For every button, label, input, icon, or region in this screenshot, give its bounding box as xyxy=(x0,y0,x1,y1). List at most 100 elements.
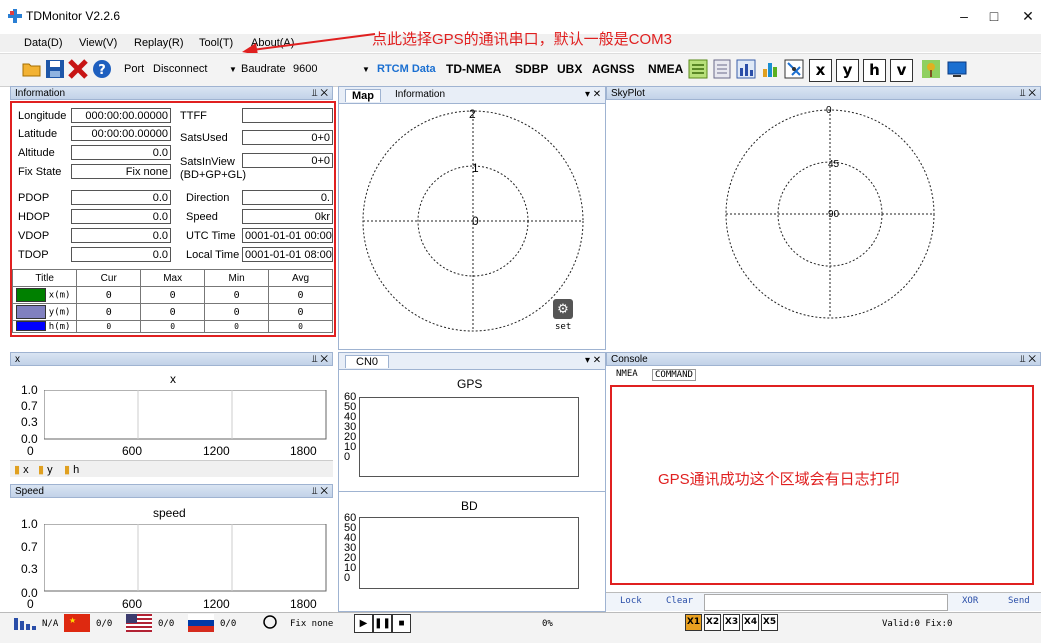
port-select[interactable]: Disconnect xyxy=(153,63,207,75)
x-xtick: 600 xyxy=(122,444,143,458)
map-pin-icon[interactable] xyxy=(921,59,941,79)
pin-close-icon[interactable]: ⫫ ✕ xyxy=(312,87,328,101)
skyplot-pin-icon[interactable]: ⫫ ✕ xyxy=(1020,87,1036,101)
tab-y[interactable]: ▮ y xyxy=(38,463,53,476)
swatch-x[interactable] xyxy=(16,288,46,302)
baud-label: Baudrate xyxy=(241,63,286,75)
speed-x4-button[interactable]: X4 xyxy=(742,614,759,631)
stop-icon[interactable]: ■ xyxy=(392,614,411,633)
td-nmea-button[interactable]: TD-NMEA xyxy=(446,62,501,76)
play-icon[interactable]: ▶ xyxy=(354,614,373,633)
chart-tab-icon: ▮ xyxy=(14,464,21,476)
speed-x5-button[interactable]: X5 xyxy=(761,614,778,631)
settings-gear-icon[interactable]: ⚙ xyxy=(553,299,573,319)
agnss-button[interactable]: AGNSS xyxy=(592,62,635,76)
console-pin-icon[interactable]: ⫫ ✕ xyxy=(1020,353,1036,367)
fixstate-field: Fix none xyxy=(71,164,171,179)
speed-field: 0kr xyxy=(242,209,333,224)
map-ring-label-1: 1 xyxy=(472,161,479,175)
open-folder-icon[interactable] xyxy=(22,59,42,79)
speed-x3-button[interactable]: X3 xyxy=(723,614,740,631)
speed-xtick: 1200 xyxy=(203,597,230,611)
menu-tool[interactable]: Tool(T) xyxy=(199,37,233,49)
pdop-field: 0.0 xyxy=(71,190,171,205)
bd-chart-area xyxy=(359,517,579,589)
speed-x1-button[interactable]: X1 xyxy=(685,614,702,631)
x-ytick: 0.3 xyxy=(21,415,38,429)
tab-h[interactable]: ▮ h xyxy=(64,463,79,476)
port-dropdown-icon[interactable]: ▼ xyxy=(229,65,237,74)
console-annotation: GPS通讯成功这个区域会有日志打印 xyxy=(658,471,900,488)
menu-replay[interactable]: Replay(R) xyxy=(134,37,184,49)
app-icon xyxy=(8,9,22,23)
information-header: Information ⫫ ✕ xyxy=(10,86,333,100)
panel-menu-icon[interactable]: ▾ ✕ xyxy=(585,89,601,100)
nmea-button[interactable]: NMEA xyxy=(648,62,683,76)
send-button[interactable]: Send xyxy=(1008,596,1030,606)
tdop-field: 0.0 xyxy=(71,247,171,262)
fix-status-icon xyxy=(263,615,277,629)
h-button[interactable]: h xyxy=(863,59,886,82)
list-gray-icon[interactable] xyxy=(712,59,732,79)
v-button[interactable]: v xyxy=(890,59,913,82)
speed-panel-pin-icon[interactable]: ⫫ ✕ xyxy=(312,485,328,499)
sdbp-button[interactable]: SDBP xyxy=(515,62,548,76)
tab-nmea[interactable]: NMEA xyxy=(616,369,638,379)
swatch-h[interactable] xyxy=(16,321,46,332)
clear-button[interactable]: Clear xyxy=(666,596,693,606)
help-icon[interactable]: ? xyxy=(92,59,112,79)
fixstate-label: Fix State xyxy=(18,166,62,178)
ubx-button[interactable]: UBX xyxy=(557,62,582,76)
cell-cur: 0 xyxy=(76,303,142,321)
table-row: y(m) 0 0 0 0 xyxy=(11,303,333,321)
speed-xtick: 0 xyxy=(27,597,34,611)
x-button[interactable]: x xyxy=(809,59,832,82)
satellite-icon[interactable] xyxy=(784,59,804,79)
close-icon[interactable]: ✕ xyxy=(1006,4,1041,28)
annotation-port: 点此选择GPS的通讯串口，默认一般是COM3 xyxy=(372,31,673,48)
cell-cur: 0 xyxy=(76,286,142,304)
cell-max: 0 xyxy=(140,320,206,333)
tab-x[interactable]: ▮ x xyxy=(14,463,29,476)
x-ytick: 1.0 xyxy=(21,383,38,397)
russia-flag-icon xyxy=(188,614,214,632)
x-xtick: 1800 xyxy=(290,444,317,458)
tab-command[interactable]: COMMAND xyxy=(652,369,696,381)
tab-cn0[interactable]: CN0 xyxy=(345,355,390,368)
tab-information[interactable]: Information xyxy=(395,89,445,100)
table-row: h(m) 0 0 0 0 xyxy=(11,320,333,333)
cn0-menu-icon[interactable]: ▾ ✕ xyxy=(585,355,601,366)
speed-panel-title: Speed xyxy=(15,486,44,497)
speed-ytick: 0.7 xyxy=(21,540,38,554)
x-panel-pin-icon[interactable]: ⫫ ✕ xyxy=(312,353,328,367)
delete-icon[interactable] xyxy=(68,59,88,79)
altitude-label: Altitude xyxy=(18,147,55,159)
x-panel-title: x xyxy=(15,354,20,365)
speed-label: Speed xyxy=(186,211,218,223)
swatch-y[interactable] xyxy=(16,305,46,319)
status-fix: Fix none xyxy=(290,619,334,629)
lock-button[interactable]: Lock xyxy=(620,596,642,606)
y-button[interactable]: y xyxy=(836,59,859,82)
menu-data[interactable]: Data(D) xyxy=(24,37,63,49)
color-bars-icon[interactable] xyxy=(760,59,780,79)
map-ring-label-0: 0 xyxy=(472,214,479,228)
baud-dropdown-icon[interactable]: ▼ xyxy=(362,65,370,74)
command-input[interactable] xyxy=(704,594,948,611)
toolbar: ? Port Disconnect ▼ Baudrate 9600 ▼ RTCM… xyxy=(0,53,1041,87)
xor-button[interactable]: XOR xyxy=(962,596,978,606)
tab-map[interactable]: Map xyxy=(345,89,381,102)
menu-view[interactable]: View(V) xyxy=(79,37,117,49)
baud-select[interactable]: 9600 xyxy=(293,63,317,75)
save-icon[interactable] xyxy=(45,59,65,79)
vdop-field: 0.0 xyxy=(71,228,171,243)
pause-icon[interactable]: ❚❚ xyxy=(373,614,392,633)
bar-chart-icon[interactable] xyxy=(736,59,756,79)
rtcm-button[interactable]: RTCM Data xyxy=(377,63,436,75)
monitor-icon[interactable] xyxy=(947,59,967,79)
skyplot-label-45: 45 xyxy=(828,159,840,170)
altitude-field: 0.0 xyxy=(71,145,171,160)
speed-x2-button[interactable]: X2 xyxy=(704,614,721,631)
list-green-icon[interactable] xyxy=(688,59,708,79)
utc-field: 0001-01-01 00:00 xyxy=(242,228,333,243)
